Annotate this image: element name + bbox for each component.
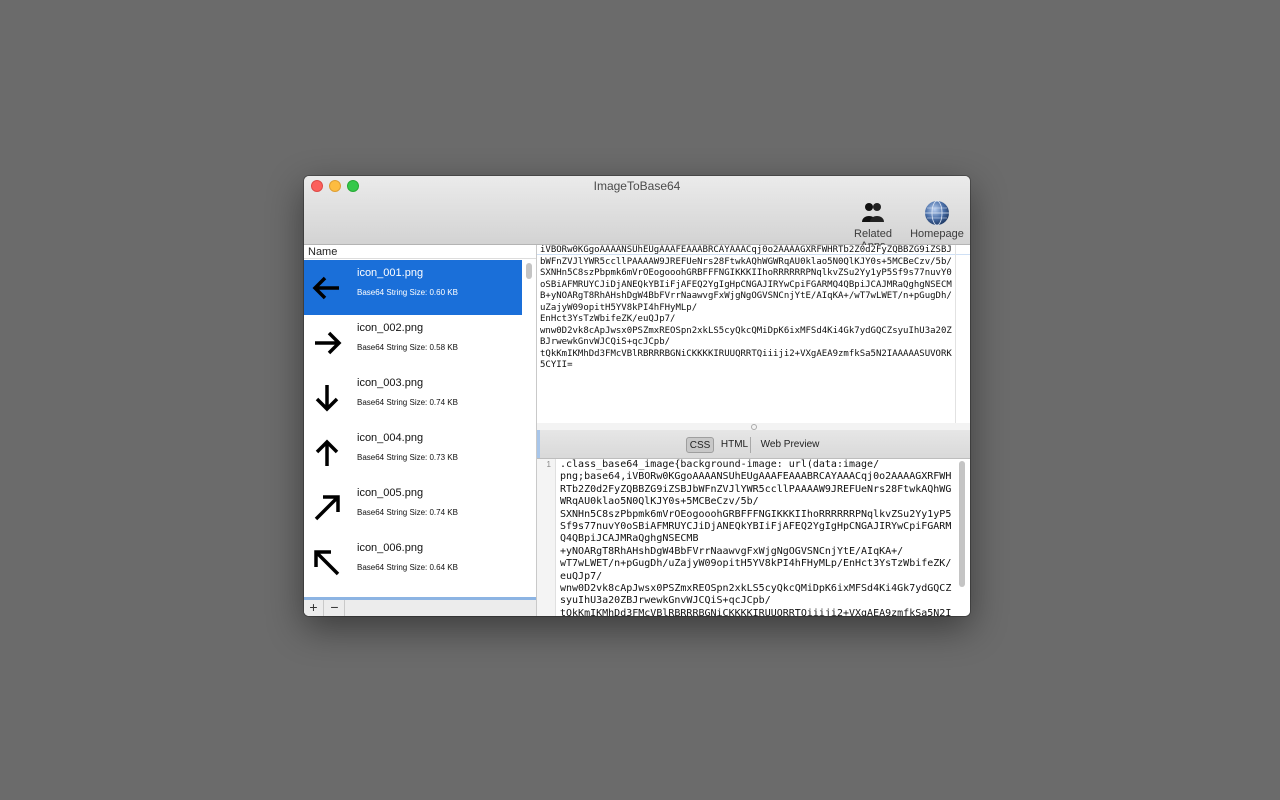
remove-image-button[interactable]: −	[325, 600, 345, 616]
list-item[interactable]: icon_006.png Base64 String Size: 0.64 KB	[304, 535, 522, 590]
line-number-gutter: 1	[537, 459, 556, 616]
file-list-pane: Name icon_001.png Base64 String Size: 0.…	[304, 245, 537, 616]
tab-web-preview[interactable]: Web Preview	[759, 437, 821, 453]
file-name: icon_006.png	[357, 542, 424, 554]
file-size: Base64 String Size: 0.64 KB	[357, 563, 458, 572]
list-item[interactable]: icon_001.png Base64 String Size: 0.60 KB	[304, 260, 522, 315]
list-item[interactable]: icon_005.png Base64 String Size: 0.74 KB	[304, 480, 522, 535]
arrow-up-right-icon	[314, 495, 340, 521]
file-size: Base64 String Size: 0.74 KB	[357, 398, 458, 407]
file-size: Base64 String Size: 0.73 KB	[357, 453, 458, 462]
file-size: Base64 String Size: 0.74 KB	[357, 508, 458, 517]
file-size: Base64 String Size: 0.60 KB	[357, 288, 458, 297]
globe-icon	[925, 200, 949, 226]
file-list: icon_001.png Base64 String Size: 0.60 KB…	[304, 260, 522, 590]
title-bar: ImageToBase64 Related Apps	[304, 176, 970, 252]
list-scrollbar[interactable]	[526, 263, 532, 279]
code-output-pane: 1 .class_base64_image{background-image: …	[537, 459, 970, 616]
output-tab-bar: CSS HTML Web Preview	[537, 430, 970, 459]
file-size: Base64 String Size: 0.58 KB	[357, 343, 458, 352]
file-name: icon_001.png	[357, 267, 424, 279]
base64-text[interactable]: iVBORw0KGgoAAAANSUhEUgAAAFEAAABRCAYAAACq…	[540, 245, 952, 372]
list-item[interactable]: icon_002.png Base64 String Size: 0.58 KB	[304, 315, 522, 370]
tab-css[interactable]: CSS	[686, 437, 714, 453]
file-name: icon_003.png	[357, 377, 424, 389]
list-bottom-bar: + −	[304, 600, 536, 616]
tab-html[interactable]: HTML	[719, 437, 751, 453]
homepage-label: Homepage	[910, 228, 964, 240]
homepage-button[interactable]: Homepage	[908, 200, 966, 240]
add-image-button[interactable]: +	[304, 600, 324, 616]
file-name: icon_005.png	[357, 487, 424, 499]
list-item[interactable]: icon_004.png Base64 String Size: 0.73 KB	[304, 425, 522, 480]
base64-output-pane: iVBORw0KGgoAAAANSUhEUgAAAFEAAABRCAYAAACq…	[537, 245, 970, 423]
list-item[interactable]: icon_003.png Base64 String Size: 0.74 KB	[304, 370, 522, 425]
css-code-text[interactable]: .class_base64_image{background-image: ur…	[560, 459, 952, 616]
file-name: icon_002.png	[357, 322, 424, 334]
file-name: icon_004.png	[357, 432, 424, 444]
app-window: ImageToBase64 Related Apps	[304, 176, 970, 616]
pane-splitter[interactable]	[537, 423, 970, 430]
window-title: ImageToBase64	[593, 179, 681, 193]
arrow-down-icon	[315, 385, 339, 412]
arrow-up-left-icon	[314, 550, 340, 576]
line-number: 1	[546, 460, 551, 469]
tab-bar-accent	[537, 430, 540, 458]
people-icon	[862, 203, 884, 222]
code-scrollbar[interactable]	[959, 461, 965, 587]
name-column-header[interactable]: Name	[304, 245, 536, 259]
arrow-right-icon	[315, 331, 342, 355]
arrow-up-icon	[315, 439, 339, 466]
margin-line	[955, 245, 956, 423]
arrow-left-icon	[312, 276, 339, 300]
